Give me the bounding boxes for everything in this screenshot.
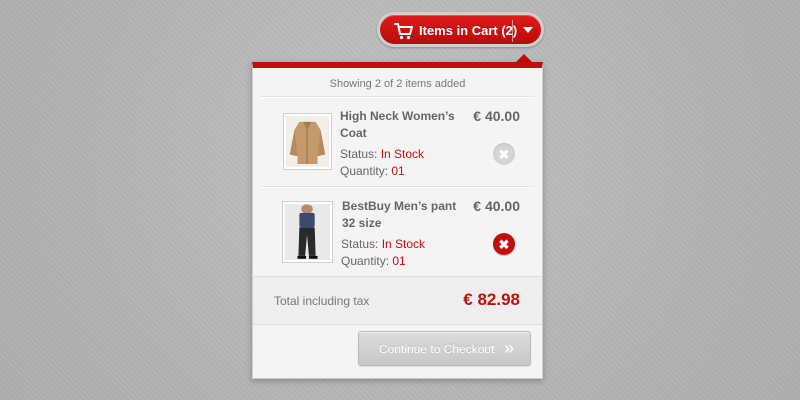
cart-button[interactable]: Items in Cart (2) — [377, 12, 544, 47]
panel-notch — [516, 54, 532, 62]
order-total: Total including tax € 82.98 — [253, 276, 542, 325]
cart-item: High Neck Women’s Coat € 40.00 Status: I… — [253, 108, 542, 196]
checkout-button-label: Continue to Checkout — [379, 342, 495, 356]
quantity-value: 01 — [391, 164, 405, 178]
item-name[interactable]: BestBuy Men’s pant 32 size — [342, 198, 467, 232]
remove-item-button[interactable]: ✖ — [493, 143, 515, 165]
pants-image — [285, 204, 330, 260]
item-status: Status: In Stock — [341, 237, 425, 251]
coat-image — [286, 116, 329, 167]
item-quantity: Quantity: 01 — [341, 254, 406, 268]
cart-button-label: Items in Cart (2) — [419, 23, 518, 38]
total-value: € 82.98 — [463, 290, 520, 309]
total-label: Total including tax — [274, 294, 370, 308]
remove-item-button[interactable]: ✖ — [493, 233, 515, 255]
status-label: Status: — [340, 147, 378, 161]
status-value: In Stock — [381, 237, 426, 251]
divider — [261, 96, 534, 98]
cart-dropdown-toggle[interactable] — [514, 15, 544, 44]
divider — [261, 186, 534, 188]
status-label: Status: — [341, 237, 379, 251]
coat-thumbnail[interactable] — [283, 113, 332, 170]
cart-summary-text: Showing 2 of 2 items added — [329, 78, 466, 90]
shopping-cart-icon — [394, 23, 413, 40]
quantity-value: 01 — [392, 254, 406, 268]
item-price: € 40.00 — [473, 198, 520, 214]
continue-to-checkout-button[interactable]: Continue to Checkout » — [358, 331, 531, 366]
close-icon: ✖ — [498, 146, 510, 162]
item-quantity: Quantity: 01 — [340, 164, 405, 178]
item-price: € 40.00 — [473, 108, 520, 124]
item-name[interactable]: High Neck Women’s Coat — [340, 108, 465, 142]
caret-down-icon — [523, 27, 533, 33]
cart-item: BestBuy Men’s pant 32 size € 40.00 Statu… — [253, 198, 542, 286]
cart-button-divider — [512, 20, 513, 42]
quantity-label: Quantity: — [341, 254, 390, 268]
item-status: Status: In Stock — [340, 147, 424, 161]
quantity-label: Quantity: — [340, 164, 389, 178]
pants-thumbnail[interactable] — [282, 201, 333, 263]
double-chevron-right-icon: » — [504, 338, 515, 358]
status-value: In Stock — [380, 147, 425, 161]
close-icon: ✖ — [498, 236, 510, 252]
cart-dropdown-panel: Showing 2 of 2 items added High Neck Wom… — [252, 62, 543, 379]
